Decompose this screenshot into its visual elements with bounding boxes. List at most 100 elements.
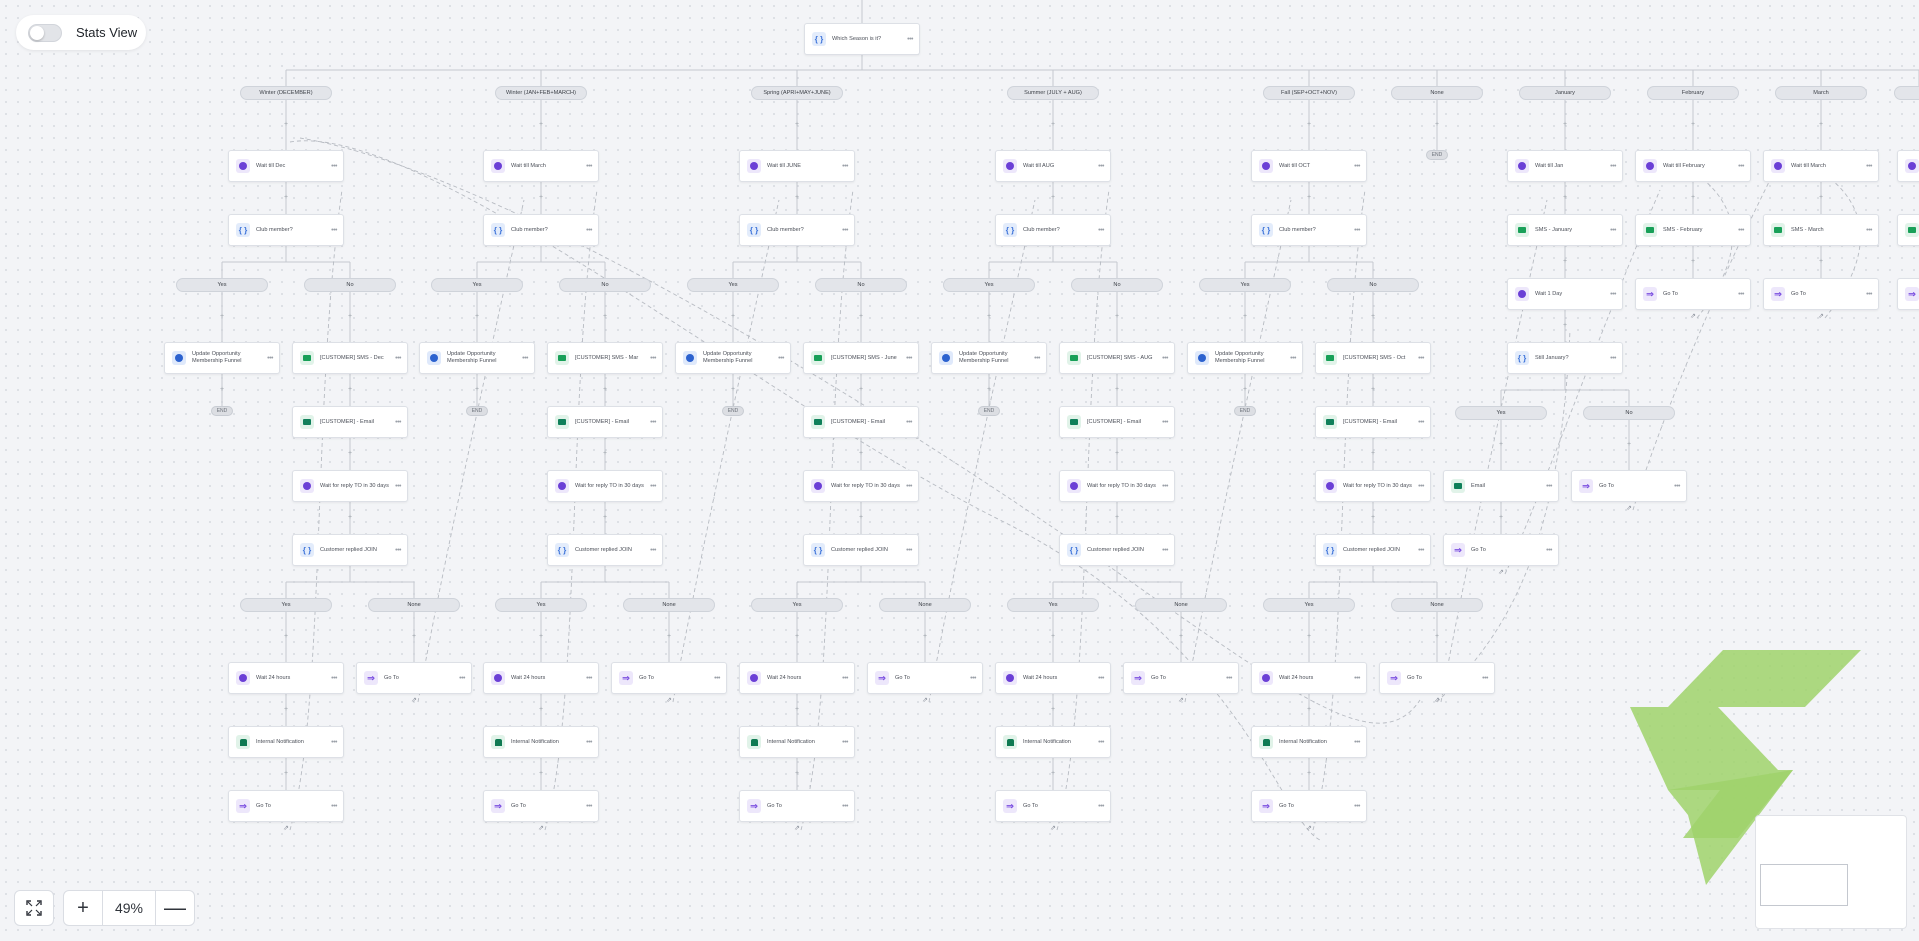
goto-node[interactable]: ⇒ Go To ••• <box>1443 534 1559 566</box>
jump-link-icon[interactable]: ⇗ <box>537 825 545 833</box>
more-options-icon[interactable]: ••• <box>650 483 656 490</box>
more-options-icon[interactable]: ••• <box>842 739 848 746</box>
add-step-button[interactable]: + <box>601 313 609 321</box>
no-branch-pill[interactable]: No <box>815 278 907 292</box>
goto-node[interactable]: ⇒ Go To ••• <box>228 790 344 822</box>
add-step-button[interactable]: + <box>346 386 354 394</box>
add-step-button[interactable]: + <box>282 706 290 714</box>
jump-link-icon[interactable]: ⇗ <box>665 697 673 705</box>
add-step-button[interactable]: + <box>1369 514 1377 522</box>
more-options-icon[interactable]: ••• <box>1674 483 1680 490</box>
no-branch-pill[interactable]: No <box>1071 278 1163 292</box>
zoom-out-button[interactable]: — <box>155 890 195 926</box>
internal-notification-node[interactable]: Internal Notification ••• <box>483 726 599 758</box>
yes-branch-pill[interactable]: Yes <box>1263 598 1355 612</box>
season-branch-pill[interactable]: Summer (JULY + AUG) <box>1007 86 1099 100</box>
add-step-button[interactable]: + <box>857 313 865 321</box>
goto-node[interactable]: ⇒ Go To ••• <box>356 662 472 694</box>
club-member-condition-node[interactable]: { } Club member? ••• <box>739 214 855 246</box>
more-options-icon[interactable]: ••• <box>906 419 912 426</box>
add-step-button[interactable]: + <box>1561 121 1569 129</box>
add-step-button[interactable]: + <box>793 194 801 202</box>
customer-sms-node[interactable]: [CUSTOMER] SMS - Dec ••• <box>292 342 408 374</box>
yes-branch-pill[interactable]: Yes <box>1007 598 1099 612</box>
more-options-icon[interactable]: ••• <box>1034 355 1040 362</box>
no-branch-pill[interactable]: No <box>1583 406 1675 420</box>
add-step-button[interactable]: + <box>1113 386 1121 394</box>
wait-until-month-node-partial[interactable]: Wait till March••• <box>1897 150 1919 182</box>
yes-branch-pill[interactable]: Yes <box>240 598 332 612</box>
goto-node[interactable]: ⇒ Go To ••• <box>995 790 1111 822</box>
add-step-button[interactable]: + <box>1497 514 1505 522</box>
month-sms-node[interactable]: SMS - February ••• <box>1635 214 1751 246</box>
add-step-button[interactable]: + <box>793 121 801 129</box>
more-options-icon[interactable]: ••• <box>1162 483 1168 490</box>
add-step-button[interactable]: + <box>793 706 801 714</box>
stats-view-switch[interactable] <box>28 23 62 42</box>
add-step-button[interactable]: + <box>1049 770 1057 778</box>
month-branch-pill-partial[interactable]: March <box>1894 86 1919 100</box>
jump-link-icon[interactable]: ⇗ <box>1305 825 1313 833</box>
customer-email-node[interactable]: [CUSTOMER] - Email ••• <box>803 406 919 438</box>
wait-until-node[interactable]: Wait till AUG ••• <box>995 150 1111 182</box>
customer-email-node[interactable]: [CUSTOMER] - Email ••• <box>1315 406 1431 438</box>
none-branch-pill[interactable]: None <box>368 598 460 612</box>
add-step-button[interactable]: + <box>1433 121 1441 129</box>
customer-sms-node[interactable]: [CUSTOMER] SMS - June ••• <box>803 342 919 374</box>
more-options-icon[interactable]: ••• <box>1098 675 1104 682</box>
goto-node[interactable]: ⇒ Go To ••• <box>1571 470 1687 502</box>
more-options-icon[interactable]: ••• <box>1290 355 1296 362</box>
update-opportunity-node[interactable]: Update Opportunity Membership Funnel ••• <box>1187 342 1303 374</box>
more-options-icon[interactable]: ••• <box>586 675 592 682</box>
add-step-button[interactable]: + <box>282 770 290 778</box>
add-step-button[interactable]: + <box>218 386 226 394</box>
none-branch-pill[interactable]: None <box>879 598 971 612</box>
club-member-condition-node[interactable]: { } Club member? ••• <box>483 214 599 246</box>
email-node[interactable]: Email ••• <box>1443 470 1559 502</box>
update-opportunity-node[interactable]: Update Opportunity Membership Funnel ••• <box>931 342 1047 374</box>
more-options-icon[interactable]: ••• <box>395 419 401 426</box>
more-options-icon[interactable]: ••• <box>842 163 848 170</box>
add-step-button[interactable]: + <box>1817 258 1825 266</box>
add-step-button[interactable]: + <box>1625 441 1633 449</box>
more-options-icon[interactable]: ••• <box>1610 227 1616 234</box>
add-step-button[interactable]: + <box>282 633 290 641</box>
add-step-button[interactable]: + <box>857 450 865 458</box>
more-options-icon[interactable]: ••• <box>1162 355 1168 362</box>
wait-for-reply-node[interactable]: Wait for reply TO in 30 days ••• <box>1059 470 1175 502</box>
goto-node[interactable]: ⇒ Go To ••• <box>1251 790 1367 822</box>
add-step-button[interactable]: + <box>1369 386 1377 394</box>
more-options-icon[interactable]: ••• <box>906 483 912 490</box>
update-opportunity-node[interactable]: Update Opportunity Membership Funnel ••• <box>419 342 535 374</box>
wait-24-hours-node[interactable]: Wait 24 hours ••• <box>995 662 1111 694</box>
jump-link-icon[interactable]: ⇗ <box>1049 825 1057 833</box>
add-step-button[interactable]: + <box>1689 258 1697 266</box>
more-options-icon[interactable]: ••• <box>650 419 656 426</box>
add-step-button[interactable]: + <box>1305 706 1313 714</box>
more-options-icon[interactable]: ••• <box>1098 227 1104 234</box>
add-step-button[interactable]: + <box>1241 313 1249 321</box>
add-step-button[interactable]: + <box>665 633 673 641</box>
add-step-button[interactable]: + <box>346 313 354 321</box>
wait-until-month-node[interactable]: Wait till March ••• <box>1763 150 1879 182</box>
add-step-button[interactable]: + <box>1113 313 1121 321</box>
add-step-button[interactable]: + <box>857 386 865 394</box>
customer-replied-condition-node[interactable]: { } Customer replied JOIN ••• <box>1059 534 1175 566</box>
month-branch-pill[interactable]: March <box>1775 86 1867 100</box>
wait-until-node[interactable]: Wait till JUNE ••• <box>739 150 855 182</box>
more-options-icon[interactable]: ••• <box>906 355 912 362</box>
customer-sms-node[interactable]: [CUSTOMER] SMS - AUG ••• <box>1059 342 1175 374</box>
more-options-icon[interactable]: ••• <box>331 803 337 810</box>
more-options-icon[interactable]: ••• <box>1866 227 1872 234</box>
add-step-button[interactable]: + <box>473 313 481 321</box>
more-options-icon[interactable]: ••• <box>459 675 465 682</box>
more-options-icon[interactable]: ••• <box>331 163 337 170</box>
more-options-icon[interactable]: ••• <box>1738 163 1744 170</box>
yes-branch-pill[interactable]: Yes <box>495 598 587 612</box>
add-step-button[interactable]: + <box>1241 386 1249 394</box>
minimap[interactable] <box>1755 815 1907 929</box>
internal-notification-node[interactable]: Internal Notification ••• <box>995 726 1111 758</box>
more-options-icon[interactable]: ••• <box>714 675 720 682</box>
goto-node[interactable]: ⇒ Go To ••• <box>483 790 599 822</box>
more-options-icon[interactable]: ••• <box>1354 163 1360 170</box>
